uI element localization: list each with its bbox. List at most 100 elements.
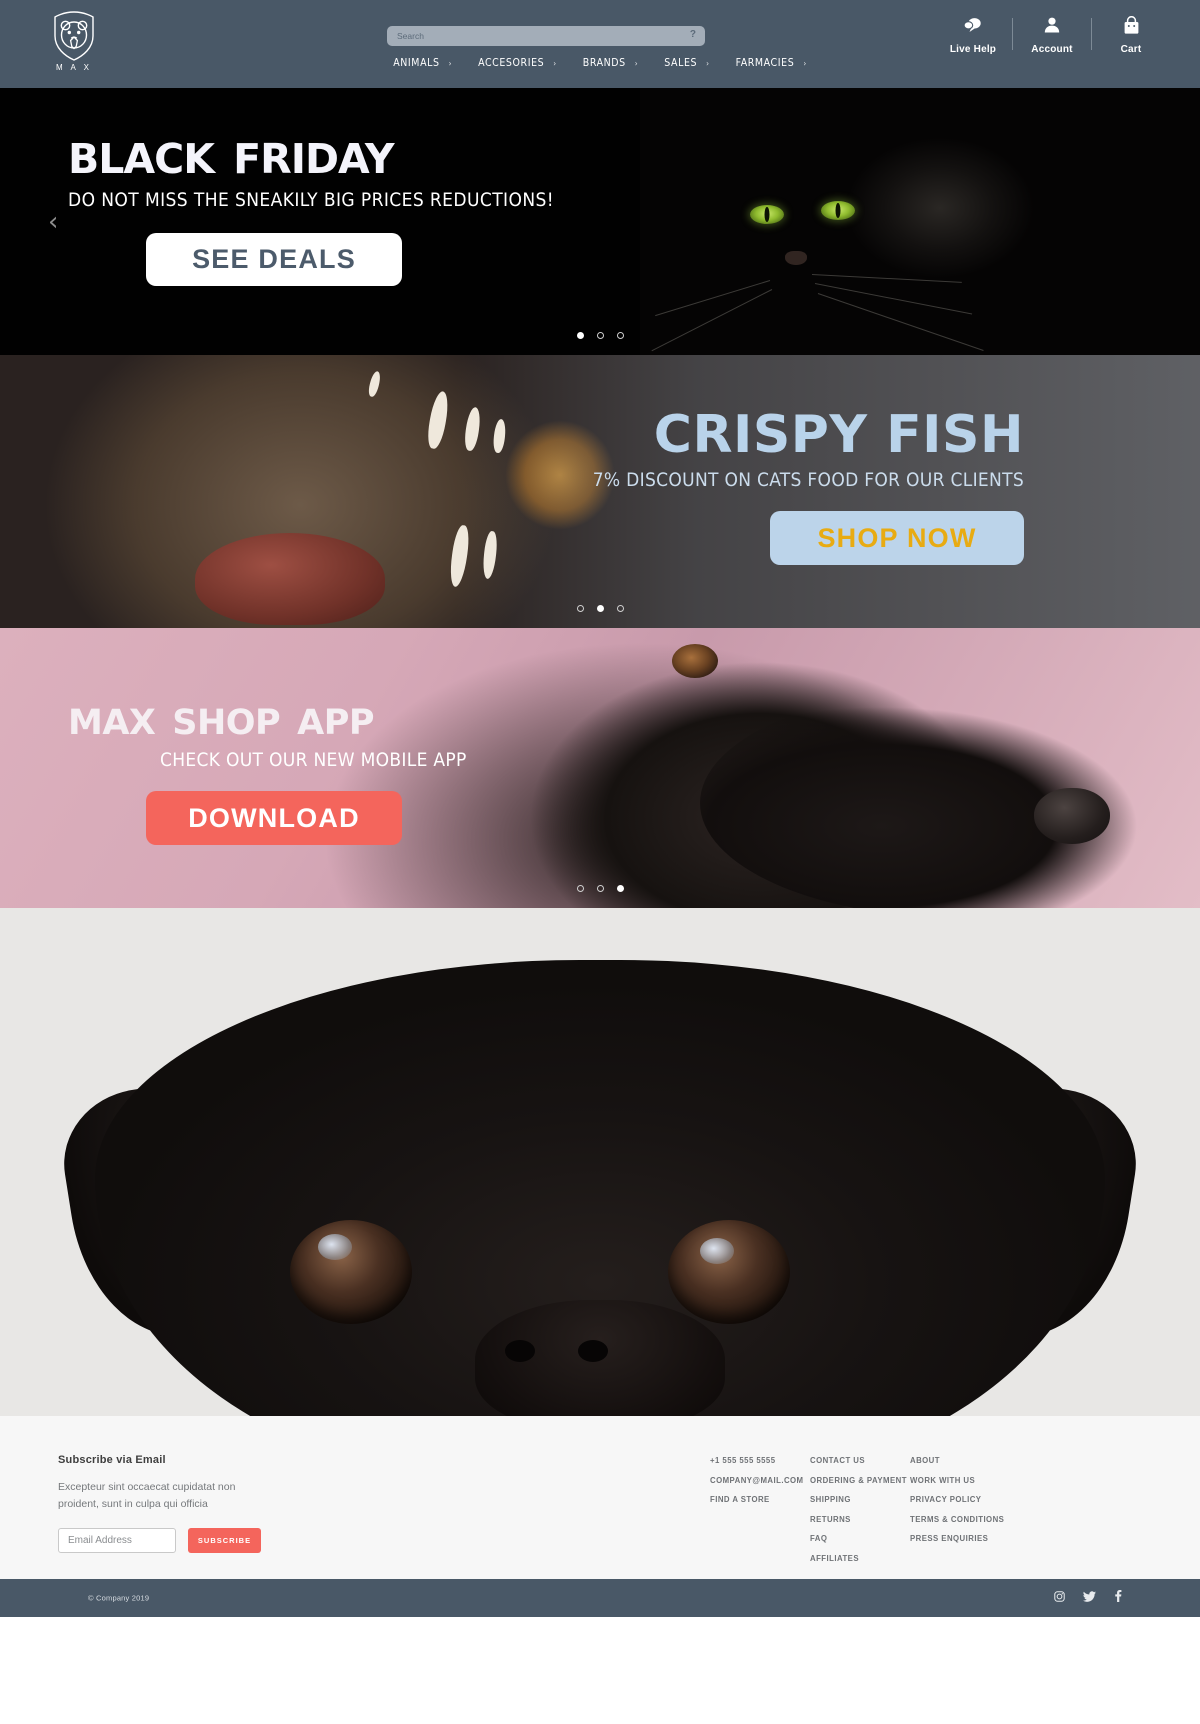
shop-now-button[interactable]: SHOP NOW [770, 511, 1024, 565]
main-nav: ANIMALS › ACCESORIES › BRANDS › SALES › … [0, 57, 1200, 69]
footer-link-columns: +1 555 555 5555 COMPANY@MAIL.COM FIND A … [710, 1456, 1010, 1573]
feature-photo-pug [0, 908, 1200, 1416]
nav-item-label: SALES [664, 57, 698, 69]
footer-link-affiliates[interactable]: AFFILIATES [810, 1554, 910, 1563]
footer-column-contact-info: +1 555 555 5555 COMPANY@MAIL.COM FIND A … [710, 1456, 810, 1573]
nav-item-accesories[interactable]: ACCESORIES › [478, 57, 557, 69]
nav-item-brands[interactable]: BRANDS › [583, 57, 639, 69]
footer-link-returns[interactable]: RETURNS [810, 1515, 910, 1524]
live-help-button[interactable]: Live Help [934, 16, 1012, 57]
footer-link-faq[interactable]: FAQ [810, 1534, 910, 1543]
live-help-label: Live Help [949, 44, 997, 55]
footer-link-find-a-store[interactable]: FIND A STORE [710, 1495, 810, 1504]
footer-link-press-enquiries[interactable]: PRESS ENQUIRIES [910, 1534, 1010, 1543]
subscribe-heading: Subscribe via Email [58, 1454, 166, 1466]
cart-button[interactable]: Cart [1092, 15, 1170, 57]
banner-content: Max Shop App CHECK OUT OUR NEW MOBILE AP… [68, 692, 467, 845]
page-root: M A X ? ANIMALS › ACCESORIES › BRANDS › … [0, 0, 1200, 1617]
pug-nostril-left [505, 1340, 535, 1362]
hero-banner-max-shop-app: Max Shop App CHECK OUT OUR NEW MOBILE AP… [0, 628, 1200, 908]
account-label: Account [1031, 44, 1073, 55]
site-footer: Subscribe via Email Excepteur sint occae… [0, 1416, 1200, 1579]
nav-item-farmacies[interactable]: FARMACIES › [736, 57, 807, 69]
carousel-dot-2[interactable] [596, 605, 604, 612]
header-utilities: Live Help Account Cart [934, 15, 1170, 57]
chevron-right-icon: › [553, 58, 557, 68]
pug-eye-glint-right [700, 1238, 734, 1264]
footer-link-terms-conditions[interactable]: TERMS & CONDITIONS [910, 1515, 1010, 1524]
chat-bubble-icon [934, 16, 1012, 36]
site-header: M A X ? ANIMALS › ACCESORIES › BRANDS › … [0, 0, 1200, 88]
black-cat-photo [640, 88, 1200, 355]
carousel-dot-1[interactable] [576, 605, 584, 612]
search-input[interactable] [387, 26, 705, 46]
hero-banner-black-friday: ‹ Black Friday DO NOT MISS THE SNEAKILY … [0, 88, 1200, 355]
nav-item-sales[interactable]: SALES › [664, 57, 709, 69]
carousel-dot-2[interactable] [596, 332, 604, 339]
banner-content: CRISPY FISH 7% DISCOUNT ON CATS FOOD FOR… [593, 409, 1024, 565]
search-help-icon[interactable]: ? [690, 29, 696, 40]
twitter-icon[interactable] [1083, 1589, 1096, 1607]
hero-banner-crispy-fish: CRISPY FISH 7% DISCOUNT ON CATS FOOD FOR… [0, 355, 1200, 628]
footer-link-ordering-payment[interactable]: ORDERING & PAYMENT [810, 1476, 910, 1485]
chevron-right-icon: › [803, 58, 807, 68]
cat-nose [785, 251, 807, 265]
nav-item-animals[interactable]: ANIMALS › [393, 57, 452, 69]
pug-eye-right [668, 1220, 790, 1324]
banner-content: Black Friday DO NOT MISS THE SNEAKILY BI… [68, 124, 554, 286]
footer-link-privacy-policy[interactable]: PRIVACY POLICY [910, 1495, 1010, 1504]
carousel-dots [0, 605, 1200, 612]
carousel-dots [0, 885, 1200, 892]
carousel-dot-3[interactable] [616, 885, 624, 892]
pug-eye-glint-left [318, 1234, 352, 1260]
banner-subtitle: CHECK OUT OUR NEW MOBILE APP [160, 749, 467, 771]
carousel-dot-3[interactable] [616, 605, 624, 612]
footer-phone: +1 555 555 5555 [710, 1456, 776, 1465]
instagram-icon[interactable] [1054, 1589, 1065, 1607]
subscribe-form: SUBSCRIBE [58, 1527, 410, 1553]
banner-subtitle: 7% DISCOUNT ON CATS FOOD FOR OUR CLIENTS [592, 469, 1024, 491]
download-button[interactable]: DOWNLOAD [146, 791, 402, 845]
util-divider [1012, 18, 1013, 50]
email-field[interactable] [58, 1527, 176, 1553]
carousel-dot-1[interactable] [576, 885, 584, 892]
social-links [1054, 1589, 1122, 1607]
banner-title: Black Friday [68, 119, 395, 187]
footer-link-contact-us[interactable]: CONTACT US [810, 1456, 910, 1465]
facebook-icon[interactable] [1114, 1589, 1122, 1607]
footer-bottom-bar: © Company 2019 [0, 1579, 1200, 1617]
copyright-text: © Company 2019 [88, 1593, 150, 1603]
nav-item-label: BRANDS [582, 57, 626, 69]
cat-whisker [817, 293, 984, 351]
chevron-right-icon: › [706, 58, 710, 68]
footer-column-company: ABOUT WORK WITH US PRIVACY POLICY TERMS … [910, 1456, 1010, 1573]
carousel-prev-arrow[interactable]: ‹ [48, 209, 58, 235]
person-icon [1013, 16, 1091, 36]
subscribe-description: Excepteur sint occaecat cupidatat non pr… [58, 1481, 236, 1511]
dog-muzzle [700, 688, 1200, 908]
nav-item-label: ACCESORIES [478, 57, 545, 69]
bear-head-shield-icon [54, 11, 94, 61]
footer-link-work-with-us[interactable]: WORK WITH US [910, 1476, 1010, 1485]
carousel-dots [0, 332, 1200, 339]
subscribe-button[interactable]: SUBSCRIBE [188, 1527, 261, 1553]
pug-eye-left [290, 1220, 412, 1324]
account-button[interactable]: Account [1013, 16, 1091, 57]
dog-nose [1034, 788, 1110, 844]
carousel-dot-3[interactable] [616, 332, 624, 339]
see-deals-button[interactable]: SEE DEALS [146, 233, 402, 286]
footer-email[interactable]: COMPANY@MAIL.COM [710, 1476, 810, 1485]
cart-label: Cart [1120, 44, 1142, 55]
pug-nostril-right [578, 1340, 608, 1362]
banner-title: Max Shop App [68, 688, 375, 746]
footer-link-about[interactable]: ABOUT [910, 1456, 1010, 1465]
nav-item-label: FARMACIES [735, 57, 795, 69]
search-bar: ? [387, 26, 705, 46]
footer-link-shipping[interactable]: SHIPPING [810, 1495, 910, 1504]
banner-subtitle: DO NOT MISS THE SNEAKILY BIG PRICES REDU… [68, 189, 555, 211]
carousel-dot-1[interactable] [576, 332, 584, 339]
shopping-bag-icon [1092, 15, 1170, 36]
nav-item-label: ANIMALS [393, 57, 440, 69]
cat-whisker [811, 274, 962, 283]
carousel-dot-2[interactable] [596, 885, 604, 892]
